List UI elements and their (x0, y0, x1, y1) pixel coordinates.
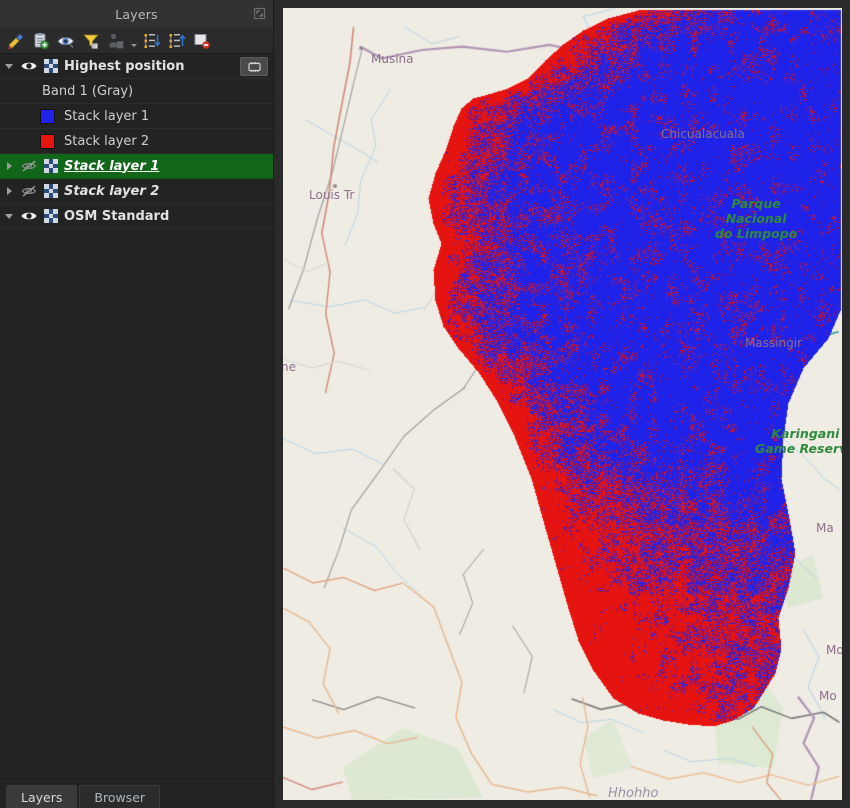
layer-visibility-toggle[interactable] (18, 179, 40, 204)
legend-band-1-gray[interactable]: Band 1 (Gray) (0, 79, 273, 104)
open-layer-styling-panel-button[interactable] (4, 30, 27, 52)
add-group-button[interactable] (29, 30, 52, 52)
layer-visibility-toggle[interactable] (18, 154, 40, 179)
layer-osm-standard-label: OSM Standard (64, 208, 170, 224)
layer-stack-layer-2[interactable]: Stack layer 2 (0, 179, 273, 204)
tab-layers[interactable]: Layers (6, 785, 78, 808)
layer-type-icon (40, 204, 62, 229)
eye-slash-icon[interactable] (21, 158, 37, 174)
layer-type-icon (40, 154, 62, 179)
legend-stack-layer-1[interactable]: Stack layer 1 (0, 104, 273, 129)
layer-stack-layer-1-label: Stack layer 1 (64, 158, 160, 174)
chevron-right-icon[interactable] (0, 154, 18, 179)
layer-stack-layer-2-label: Stack layer 2 (64, 183, 160, 199)
layer-stack-layer-1[interactable]: Stack layer 1 (0, 154, 273, 179)
legend-color-swatch (40, 108, 55, 124)
eye-slash-icon[interactable] (21, 183, 37, 199)
layers-panel-titlebar: Layers (0, 0, 273, 28)
legend-band-1-gray-label: Band 1 (Gray) (42, 83, 134, 99)
qgis-window: Layers Highest position Band 1 (Gray) St… (0, 0, 850, 808)
highest-position-raster-canvas (283, 8, 842, 800)
layers-panel: Layers Highest position Band 1 (Gray) St… (0, 0, 274, 808)
legend-stack-layer-1-label: Stack layer 1 (64, 108, 150, 124)
map-area: Musina Louis Tr ne Chicualacuala Parque Naci… (274, 0, 850, 808)
layer-osm-standard[interactable]: OSM Standard (0, 204, 273, 229)
tab-browser[interactable]: Browser (79, 785, 161, 808)
raster-layer-icon (44, 59, 58, 73)
chevron-right-icon[interactable] (0, 179, 18, 204)
map-canvas[interactable]: Musina Louis Tr ne Chicualacuala Parque Naci… (283, 8, 842, 800)
legend-stack-layer-2[interactable]: Stack layer 2 (0, 129, 273, 154)
raster-properties-icon[interactable] (240, 57, 268, 76)
layer-highest-position-label: Highest position (64, 58, 185, 74)
undock-icon[interactable] (252, 6, 267, 21)
layer-visibility-toggle[interactable] (18, 54, 40, 79)
layer-highest-position[interactable]: Highest position (0, 54, 273, 79)
legend-color-swatch (40, 133, 55, 149)
chevron-down-icon[interactable] (0, 204, 18, 229)
layer-visibility-toggle[interactable] (18, 204, 40, 229)
layers-panel-title: Layers (115, 6, 158, 22)
raster-layer-icon (44, 184, 58, 198)
legend-stack-layer-2-label: Stack layer 2 (64, 133, 150, 149)
filter-legend-dropdown-caret[interactable] (129, 30, 138, 52)
filter-legend-button[interactable] (79, 30, 102, 52)
layers-panel-toolbar (0, 28, 273, 54)
raster-layer-icon (44, 209, 58, 223)
panel-tab-bar: Layers Browser (0, 778, 273, 808)
collapse-all-button[interactable] (165, 30, 188, 52)
layer-type-icon (40, 54, 62, 79)
eye-icon[interactable] (21, 58, 37, 74)
raster-layer-icon (44, 159, 58, 173)
layer-tree[interactable]: Highest position Band 1 (Gray) Stack layer… (0, 54, 273, 778)
chevron-down-icon[interactable] (0, 54, 18, 79)
remove-layer-group-button[interactable] (190, 30, 213, 52)
filter-legend-by-expression-button[interactable] (104, 30, 127, 52)
layer-type-icon (40, 179, 62, 204)
expand-all-button[interactable] (140, 30, 163, 52)
manage-map-themes-button[interactable] (54, 30, 77, 52)
eye-icon[interactable] (21, 208, 37, 224)
